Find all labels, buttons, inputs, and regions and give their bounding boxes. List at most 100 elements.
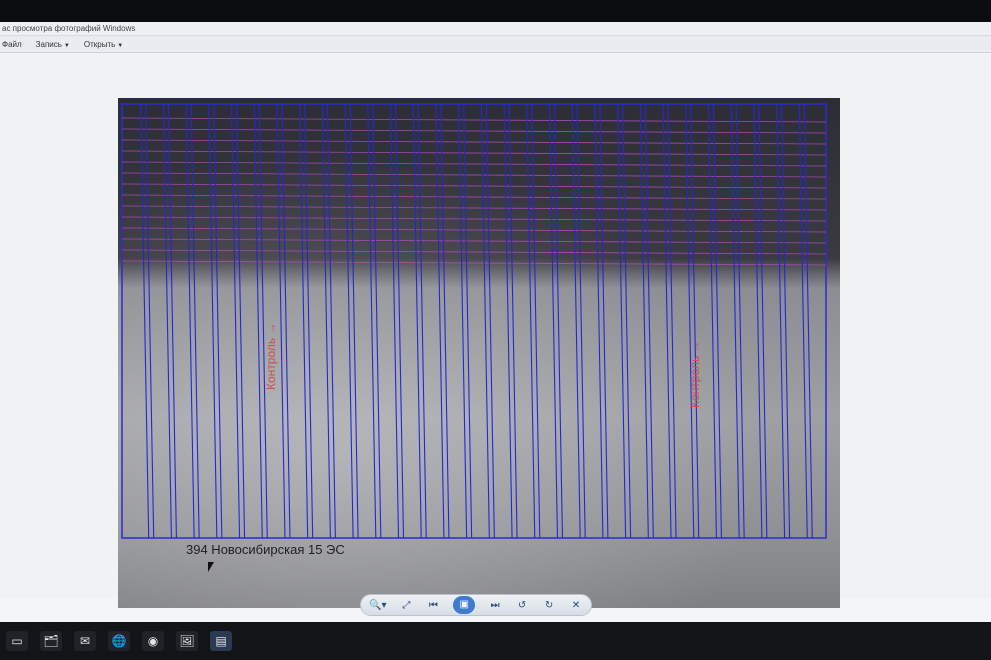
next-icon[interactable]: ⏭ (488, 600, 502, 611)
lane-divider (644, 103, 654, 539)
lane-divider (440, 103, 450, 539)
chevron-down-icon: ▼ (117, 42, 124, 49)
band-line (121, 161, 827, 167)
menu-bar: Файл Запись ▼ Открыть ▼ (0, 36, 991, 53)
lane-divider (258, 103, 268, 539)
lane-divider (508, 103, 518, 539)
lane-divider (167, 103, 177, 539)
window-title: ас просмотра фотографий Windows (0, 22, 991, 36)
lane-divider (162, 103, 172, 539)
lane-divider (690, 103, 700, 539)
rotate-right-icon[interactable]: ↻ (542, 600, 556, 611)
lane-divider (712, 103, 723, 539)
lane-divider (503, 103, 513, 539)
band-line (121, 227, 827, 233)
lane-divider (730, 103, 740, 539)
mail-icon[interactable]: ✉ (74, 631, 96, 651)
browser-icon[interactable]: 🌐 (108, 631, 130, 651)
lane-divider (758, 103, 768, 539)
band-line (121, 194, 827, 200)
lane-divider (667, 103, 677, 539)
lane-divider (140, 103, 150, 539)
lane-divider (281, 103, 291, 539)
photo-caption: 394 Новосибирская 15 ЭС (186, 542, 345, 557)
delete-icon[interactable]: ✕ (569, 600, 583, 611)
lane-divider (617, 103, 627, 539)
band-line (121, 238, 827, 244)
menu-burn[interactable]: Запись ▼ (36, 40, 70, 49)
lane-divider (571, 103, 581, 539)
lane-divider (435, 103, 445, 539)
lane-divider (685, 103, 695, 539)
lane-divider (753, 103, 763, 539)
viewer-controls: 🔍▾ ⤢ ⏮ ▣ ⏭ ↺ ↻ ✕ (360, 594, 592, 616)
zoom-icon[interactable]: 🔍▾ (369, 600, 386, 611)
lane-divider (304, 103, 314, 539)
lane-divider (349, 103, 359, 539)
previous-icon[interactable]: ⏮ (426, 600, 440, 611)
slideshow-button[interactable]: ▣ (453, 596, 476, 614)
lane-divider (321, 103, 331, 539)
lane-divider (213, 103, 223, 539)
taskbar: ▭ 🗂 ✉ 🌐 ◉ 🖼 ▤ (0, 622, 991, 660)
band-line (121, 128, 827, 134)
firefox-icon[interactable]: ◉ (142, 631, 164, 651)
lane-divider (781, 103, 791, 539)
lane-divider (803, 103, 813, 539)
lane-divider (576, 103, 586, 539)
desktop-icon[interactable]: ▭ (6, 631, 28, 651)
lane-divider (553, 103, 564, 539)
lane-divider (463, 103, 473, 539)
band-line (121, 260, 827, 266)
lane-divider (276, 103, 286, 539)
band-line (121, 150, 827, 156)
band-line (121, 139, 827, 145)
lane-divider (594, 103, 604, 539)
control-annotation-left: Контроль → (264, 322, 278, 390)
lane-divider (230, 103, 241, 539)
lane-divider (531, 103, 541, 539)
fit-window-icon[interactable]: ⤢ (399, 600, 413, 611)
lane-divider (639, 103, 649, 539)
lane-divider (417, 103, 427, 539)
lane-divider (735, 103, 745, 539)
lane-divider (458, 103, 468, 539)
photo-viewer-window: ас просмотра фотографий Windows Файл Зап… (0, 22, 991, 622)
lane-divider (185, 103, 195, 539)
band-line (121, 117, 827, 123)
band-line (121, 249, 827, 255)
lane-divider (526, 103, 536, 539)
lane-divider (389, 103, 400, 539)
lane-divider (394, 103, 405, 539)
lane-divider (190, 103, 200, 539)
band-line (121, 205, 827, 211)
lane-divider (480, 103, 490, 539)
lane-divider (599, 103, 609, 539)
lane-divider (326, 103, 336, 539)
lane-divider (485, 103, 495, 539)
lane-divider (299, 103, 309, 539)
photo-viewer-icon[interactable]: ▤ (210, 631, 232, 651)
photos-icon[interactable]: 🖼 (176, 631, 198, 651)
lane-divider (707, 103, 718, 539)
menu-open[interactable]: Открыть ▼ (84, 40, 123, 49)
file-explorer-icon[interactable]: 🗂 (40, 631, 62, 651)
chevron-down-icon: ▼ (63, 42, 70, 49)
band-line (121, 172, 827, 178)
control-annotation-right: Контроль → (688, 340, 702, 408)
lane-divider (367, 103, 377, 539)
gel-photo: Контроль → Контроль → 394 Новосибирская … (118, 98, 840, 608)
lane-grid-overlay (121, 103, 827, 539)
menu-file[interactable]: Файл (2, 40, 22, 49)
lane-divider (235, 103, 246, 539)
lane-divider (372, 103, 382, 539)
band-line (121, 183, 827, 189)
lane-divider (208, 103, 218, 539)
lane-divider (798, 103, 808, 539)
image-canvas: Контроль → Контроль → 394 Новосибирская … (0, 53, 991, 608)
lane-divider (662, 103, 672, 539)
lane-divider (412, 103, 422, 539)
rotate-left-icon[interactable]: ↺ (515, 600, 529, 611)
lane-divider (776, 103, 786, 539)
lane-divider (548, 103, 559, 539)
